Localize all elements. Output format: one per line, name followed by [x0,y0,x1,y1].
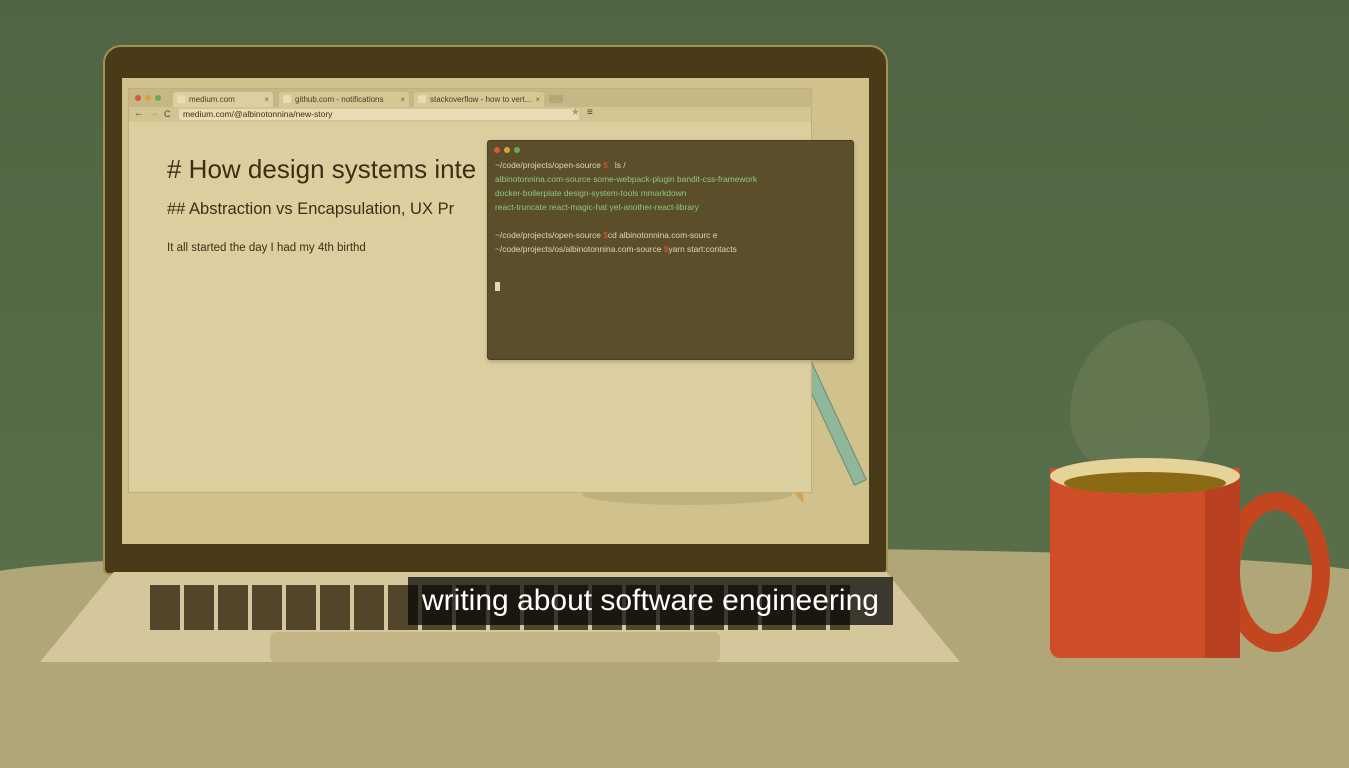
article-paragraph[interactable]: It all started the day I had my 4th birt… [167,242,366,254]
forward-arrow-icon[interactable]: → [149,108,159,119]
terminal-minimize-dot[interactable] [504,147,510,153]
terminal-close-dot[interactable] [494,147,500,153]
terminal-command: cd albinotonnina.com-sourc e [607,230,718,240]
terminal-maximize-dot[interactable] [514,147,520,153]
tab-github[interactable]: github.com - notifications × [279,92,409,107]
address-bar[interactable]: medium.com/@albinotonnina/new-story [179,109,579,120]
prompt-path: ~/code/projects/os/albinotonnina.com-sou… [495,244,662,254]
terminal-command: ls / [614,160,626,170]
video-caption: writing about software engineering [408,577,893,625]
minimize-window-dot[interactable] [145,95,151,101]
tab-close-icon[interactable]: × [400,92,405,107]
menu-icon[interactable]: ≡ [587,107,593,118]
back-arrow-icon[interactable]: ← [134,108,144,119]
laptop-screen: medium.com × github.com - notifications … [122,78,869,544]
tab-close-icon[interactable]: × [264,92,269,107]
terminal-window[interactable]: ~/code/projects/open-source $ ls / albin… [487,140,854,360]
coffee-surface [1064,472,1226,494]
tab-label: medium.com [189,95,235,104]
page-favicon-icon [177,95,185,103]
close-window-dot[interactable] [135,95,141,101]
terminal-line: ~/code/projects/os/albinotonnina.com-sou… [495,244,737,254]
tab-bar: medium.com × github.com - notifications … [129,89,811,107]
tab-label: stackoverflow - how to vert... [430,95,532,104]
terminal-line: ~/code/projects/open-source $cd albinoto… [495,230,717,240]
prompt-path: ~/code/projects/open-source [495,160,601,170]
terminal-cursor [495,282,500,291]
bookmark-star-icon[interactable]: ★ [571,107,580,118]
terminal-output-line: docker-boilerplate design-system-tools m… [495,188,687,198]
page-favicon-icon [418,95,426,103]
prompt-path: ~/code/projects/open-source [495,230,601,240]
tab-medium[interactable]: medium.com × [173,92,273,107]
terminal-output-line: albinotonnina.com-source some-webpack-pl… [495,174,758,184]
prompt-symbol: $ [603,160,608,170]
reload-icon[interactable]: C [164,109,171,119]
laptop-trackpad [270,632,720,662]
article-subheading[interactable]: ## Abstraction vs Encapsulation, UX Pr [167,200,454,219]
tab-stackoverflow[interactable]: stackoverflow - how to vert... × [414,92,544,107]
terminal-line: ~/code/projects/open-source $ ls / [495,160,626,170]
terminal-command: yarn start:contacts [668,244,737,254]
new-tab-button[interactable] [549,95,563,103]
page-favicon-icon [283,95,291,103]
terminal-output-line: react-truncate react-magic-hat yet-anoth… [495,202,699,212]
tab-close-icon[interactable]: × [535,92,540,107]
mug-shade [1205,478,1240,658]
tab-label: github.com - notifications [295,95,384,104]
maximize-window-dot[interactable] [155,95,161,101]
article-heading[interactable]: # How design systems inte [167,154,476,185]
